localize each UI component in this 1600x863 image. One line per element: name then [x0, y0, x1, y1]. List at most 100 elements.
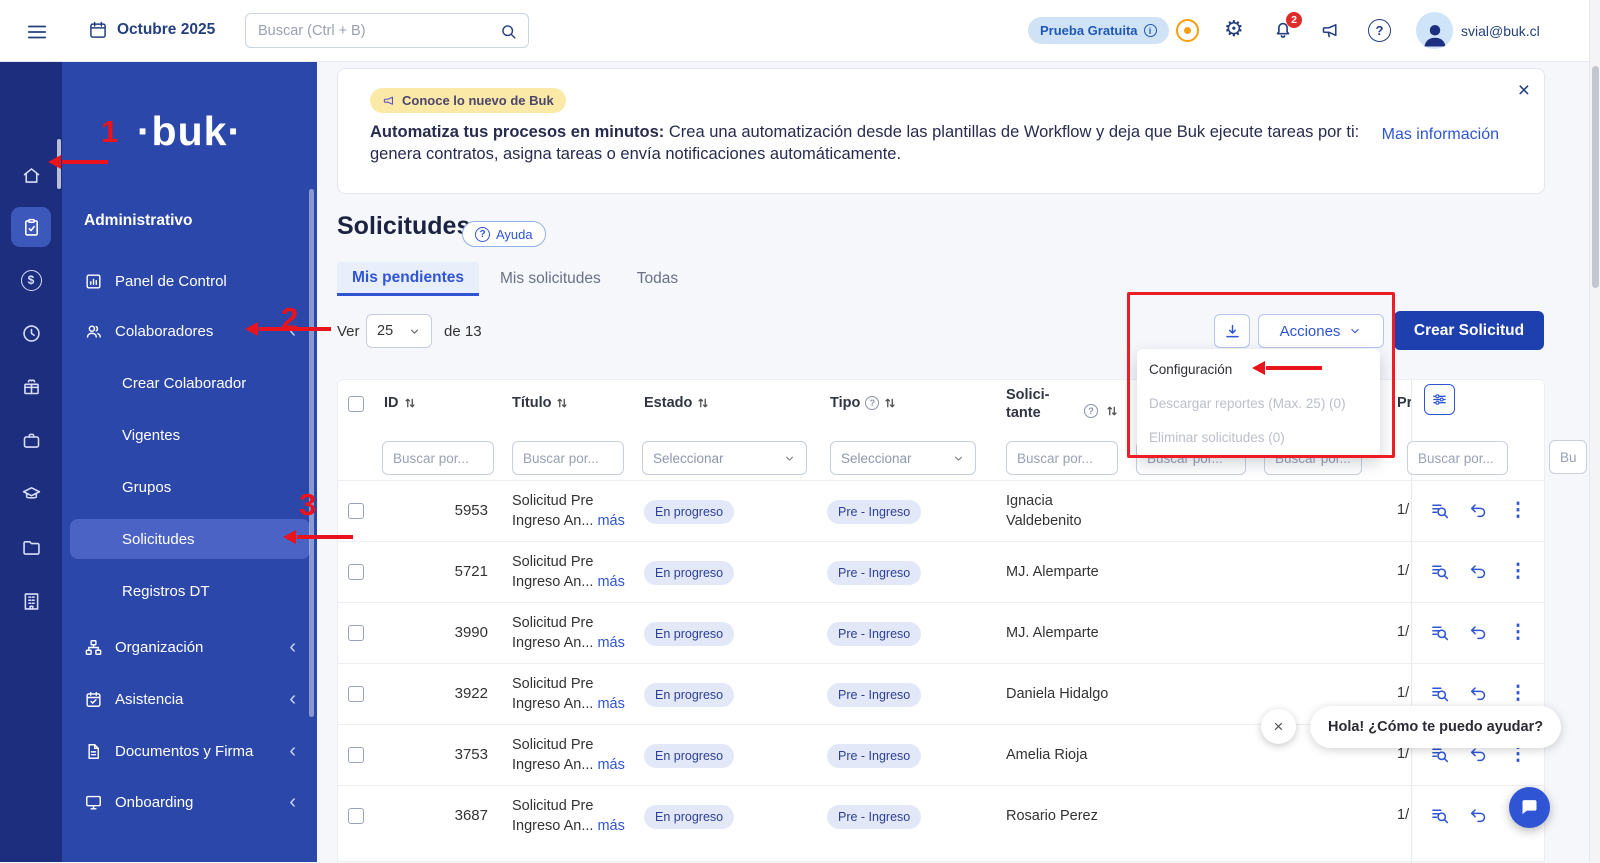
undo-button[interactable] [1466, 559, 1490, 583]
column-header-estado[interactable]: Estado [644, 395, 709, 411]
undo-button[interactable] [1466, 681, 1490, 705]
filter-input-solicitante[interactable] [1006, 441, 1118, 475]
column-header-tipo[interactable]: Tipo ? [830, 395, 896, 411]
sidebar-item-grupos[interactable]: Grupos [70, 467, 310, 507]
filter-select-tipo[interactable]: Seleccionar [830, 441, 976, 475]
rail-item-training[interactable] [11, 473, 51, 513]
avatar[interactable] [1416, 12, 1453, 49]
sidebar-scrollbar-thumb[interactable] [309, 189, 314, 717]
column-header-titulo[interactable]: Título [512, 395, 568, 411]
row-checkbox[interactable] [348, 564, 364, 580]
scrollbar-thumb[interactable] [1592, 66, 1599, 288]
kebab-button[interactable]: ⋮ [1506, 498, 1530, 522]
preview-button[interactable] [1427, 498, 1451, 522]
row-title-text: Solicitud Pre Ingreso An... [512, 554, 594, 590]
sidebar-item-crear-colaborador[interactable]: Crear Colaborador [70, 363, 310, 403]
column-settings-button[interactable] [1424, 384, 1455, 415]
preview-button[interactable] [1427, 681, 1451, 705]
row-checkbox[interactable] [348, 747, 364, 763]
filter-input-cut[interactable] [1549, 440, 1587, 474]
tab-todas[interactable]: Todas [622, 262, 693, 296]
sort-icon[interactable] [556, 397, 568, 409]
help-button[interactable]: ? [1368, 19, 1391, 42]
filter-input-titulo[interactable] [512, 441, 624, 475]
row-more-link[interactable]: más [597, 757, 624, 773]
sidebar-item-solicitudes[interactable]: Solicitudes [70, 519, 310, 559]
rail-item-documents[interactable] [11, 527, 51, 567]
banner-close-icon[interactable]: × [1518, 79, 1530, 103]
preview-button[interactable] [1427, 803, 1451, 827]
settings-button[interactable]: ⚙ [1224, 16, 1244, 42]
undo-button[interactable] [1466, 498, 1490, 522]
rail-item-requests[interactable] [11, 207, 51, 247]
tab-mis-pendientes[interactable]: Mis pendientes [337, 262, 479, 296]
annotation-arrowhead-2 [245, 322, 258, 336]
row-more-link[interactable]: más [597, 696, 624, 712]
undo-button[interactable] [1466, 803, 1490, 827]
sidebar-item-panel-de-control[interactable]: Panel de Control [70, 261, 310, 301]
undo-button[interactable] [1466, 620, 1490, 644]
row-more-link[interactable]: más [597, 635, 624, 651]
column-header-id[interactable]: ID [384, 395, 416, 411]
row-checkbox[interactable] [348, 625, 364, 641]
crear-solicitud-button[interactable]: Crear Solicitud [1394, 311, 1544, 350]
sidebar-item-onboarding[interactable]: Onboarding ‹ [70, 782, 310, 822]
sidebar-item-asistencia[interactable]: Asistencia ‹ [70, 679, 310, 719]
row-more-link[interactable]: más [597, 574, 624, 590]
kebab-button[interactable]: ⋮ [1506, 559, 1530, 583]
search-icon[interactable] [499, 22, 518, 41]
sort-icon[interactable] [884, 397, 896, 409]
table-row: 3990 Solicitud Pre Ingreso An... más En … [338, 602, 1546, 663]
banner-more-info-link[interactable]: Mas información [1382, 126, 1499, 144]
filter-input-right[interactable] [1407, 441, 1508, 475]
undo-icon [1471, 687, 1486, 701]
search-input[interactable] [246, 14, 528, 47]
kebab-button[interactable]: ⋮ [1506, 681, 1530, 705]
filter-input-id[interactable] [382, 441, 494, 475]
month-picker[interactable]: Octubre 2025 [88, 20, 215, 40]
trial-badge[interactable]: Prueba Gratuita i [1028, 17, 1169, 44]
select-all-checkbox[interactable] [348, 396, 364, 412]
info-icon[interactable]: ? [865, 396, 880, 410]
sidebar: ·buk· Administrativo Panel de Control Co… [62, 62, 317, 862]
sidebar-item-colaboradores[interactable]: Colaboradores ‹ [70, 311, 310, 351]
column-header-solicitante[interactable]: Solici- tante [1006, 386, 1050, 422]
user-email[interactable]: svial@buk.cl [1461, 23, 1540, 39]
sort-icon[interactable] [1106, 405, 1118, 417]
preview-button[interactable] [1427, 620, 1451, 644]
kebab-button[interactable]: ⋮ [1506, 620, 1530, 644]
sort-icon[interactable] [404, 397, 416, 409]
row-more-link[interactable]: más [597, 513, 624, 529]
row-checkbox[interactable] [348, 808, 364, 824]
tab-mis-solicitudes[interactable]: Mis solicitudes [485, 262, 616, 296]
ayuda-button[interactable]: ? Ayuda [462, 221, 546, 247]
sidebar-item-documentos-y-firma[interactable]: Documentos y Firma ‹ [70, 731, 310, 771]
menu-toggle-button[interactable] [26, 21, 48, 48]
chat-greeting-bubble[interactable]: Hola! ¿Cómo te puedo ayudar? [1310, 706, 1562, 748]
undo-icon [1471, 626, 1486, 640]
sidebar-item-vigentes[interactable]: Vigentes [70, 415, 310, 455]
row-more-link[interactable]: más [597, 818, 624, 834]
undo-icon [1471, 809, 1486, 823]
assistant-button[interactable] [1176, 19, 1199, 42]
column-header-progress[interactable]: Pr [1397, 395, 1411, 411]
page-size-select[interactable]: 25 [366, 314, 432, 348]
rail-item-talent[interactable] [11, 420, 51, 460]
sidebar-item-registros-dt[interactable]: Registros DT [70, 571, 310, 611]
info-icon[interactable]: ? [1084, 404, 1098, 418]
chat-dismiss-button[interactable]: × [1261, 709, 1296, 744]
filter-select-estado[interactable]: Seleccionar [642, 441, 807, 475]
chat-fab[interactable] [1509, 787, 1550, 828]
row-checkbox[interactable] [348, 686, 364, 702]
rail-item-home[interactable] [11, 155, 51, 195]
rail-item-company[interactable] [11, 581, 51, 621]
announcements-button[interactable] [1320, 20, 1341, 46]
sidebar-item-organizacion[interactable]: Organización ‹ [70, 627, 310, 667]
rail-item-attendance[interactable] [11, 313, 51, 353]
row-checkbox[interactable] [348, 503, 364, 519]
preview-button[interactable] [1427, 559, 1451, 583]
rail-item-payroll[interactable]: $ [11, 260, 51, 300]
sort-icon[interactable] [697, 397, 709, 409]
user-icon [1423, 25, 1446, 47]
rail-item-benefits[interactable] [11, 366, 51, 406]
